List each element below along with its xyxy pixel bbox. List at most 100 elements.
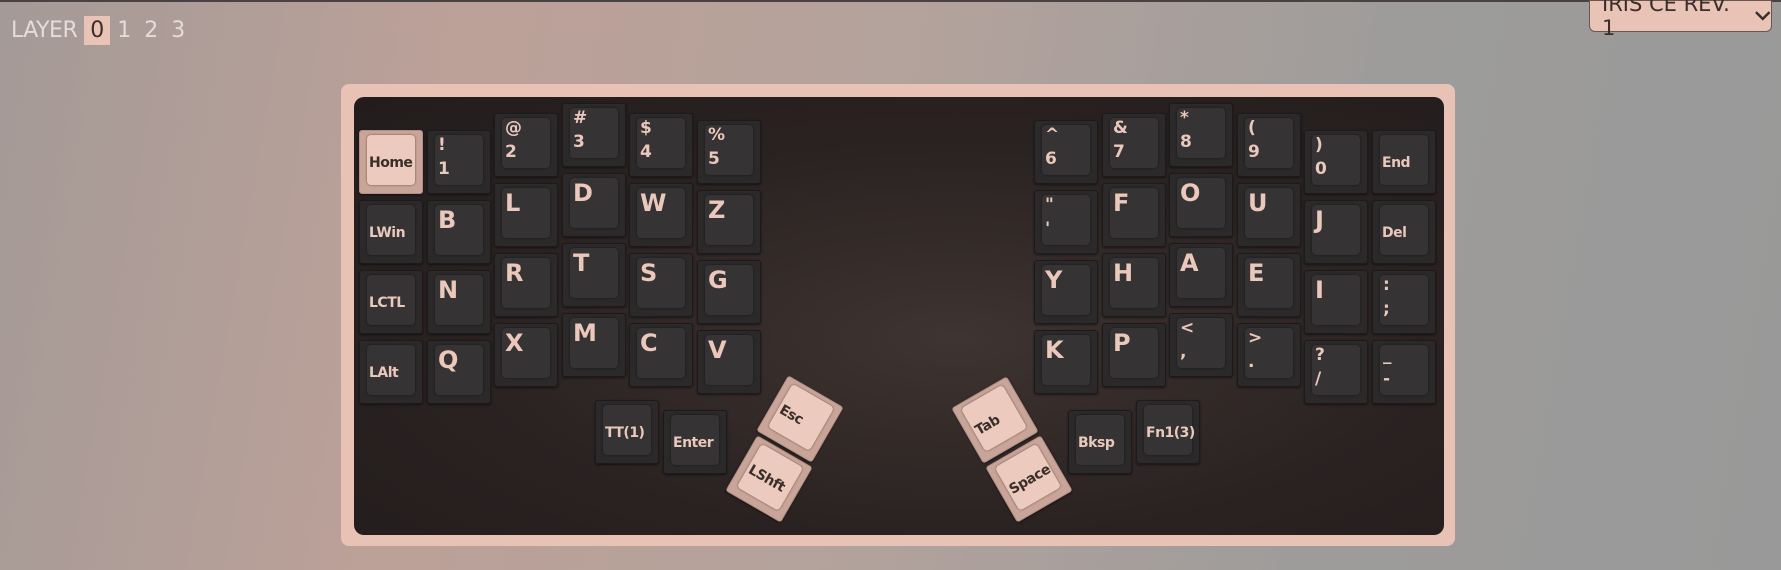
key-home[interactable]: Home (359, 130, 423, 194)
key-f[interactable]: F (1102, 183, 1166, 247)
key-6[interactable]: ^ 6 (1034, 120, 1098, 184)
key-symbol[interactable]: " ' (1034, 190, 1098, 254)
key-g[interactable]: G (697, 260, 761, 324)
layer-label: LAYER (11, 18, 78, 43)
key-y[interactable]: Y (1034, 260, 1098, 324)
key-symbol[interactable]: <, (1169, 313, 1233, 377)
key-legend: A (1180, 251, 1199, 275)
legend-secondary: 4 (640, 142, 652, 162)
key-end[interactable]: End (1372, 130, 1436, 194)
key-c[interactable]: C (629, 323, 693, 387)
key-b[interactable]: B (427, 200, 491, 264)
layer-tab-3[interactable]: 3 (165, 16, 191, 45)
key-legend: V (708, 338, 727, 362)
legend-primary: B (438, 206, 457, 234)
legend-primary: LAlt (369, 365, 399, 381)
key-symbol[interactable]: :; (1372, 270, 1436, 334)
key-symbol[interactable]: ? / (1304, 340, 1368, 404)
layer-tab-0[interactable]: 0 (84, 16, 111, 45)
key-legend: <, (1180, 316, 1194, 364)
key-a[interactable]: A (1169, 243, 1233, 307)
key-legend: I (1315, 278, 1324, 302)
legend-secondary: , (1180, 342, 1187, 362)
key-legend: % 5 (708, 123, 725, 171)
layer-selector: LAYER 0 1 2 3 (11, 16, 192, 45)
key-h[interactable]: H (1102, 253, 1166, 317)
key-legend: B (438, 208, 456, 232)
key-p[interactable]: P (1102, 323, 1166, 387)
legend-secondary: 5 (708, 149, 720, 169)
key-o[interactable]: O (1169, 173, 1233, 237)
legend-primary: N (438, 276, 459, 304)
key-e[interactable]: E (1237, 253, 1301, 317)
key-v[interactable]: V (697, 330, 761, 394)
key-legend: (9 (1248, 116, 1260, 164)
legend-primary: End (1382, 155, 1411, 171)
key-symbol[interactable]: >. (1237, 323, 1301, 387)
key-legend: LWin (369, 226, 406, 240)
key-8[interactable]: * 8 (1169, 103, 1233, 167)
key-lalt[interactable]: LAlt (359, 340, 423, 404)
key-lctl[interactable]: LCTL (359, 270, 423, 334)
key-u[interactable]: U (1237, 183, 1301, 247)
key-legend: $4 (640, 116, 652, 164)
key-d[interactable]: D (562, 173, 626, 237)
key-2[interactable]: @2 (494, 113, 558, 177)
key-fn1-3[interactable]: Fn1(3) (1136, 400, 1200, 464)
layer-tab-1[interactable]: 1 (111, 16, 137, 45)
keyboard-select[interactable]: IRIS CE REV. 1 (1589, 0, 1772, 40)
key-i[interactable]: I (1304, 270, 1368, 334)
key-legend: & 7 (1113, 116, 1128, 164)
key-0[interactable]: ) 0 (1304, 130, 1368, 194)
legend-primary: TT(1) (605, 425, 645, 441)
keyboard-case: Home LWin LCTL LAlt ! 1 B N Q @2 L R X #3 D T M $4 W S C % 5 Z G… (341, 84, 1455, 546)
key-s[interactable]: S (629, 253, 693, 317)
key-t[interactable]: T (562, 243, 626, 307)
key-legend: ^ 6 (1045, 123, 1059, 171)
legend-secondary: 8 (1180, 132, 1192, 152)
key-w[interactable]: W (629, 183, 693, 247)
key-x[interactable]: X (494, 323, 558, 387)
key-n[interactable]: N (427, 270, 491, 334)
key-l[interactable]: L (494, 183, 558, 247)
legend-primary: X (505, 329, 524, 357)
key-3[interactable]: #3 (562, 103, 626, 167)
key-k[interactable]: K (1034, 330, 1098, 394)
key-bksp[interactable]: Bksp (1068, 410, 1132, 474)
key-4[interactable]: $4 (629, 113, 693, 177)
legend-primary: > (1248, 328, 1263, 348)
key-9[interactable]: (9 (1237, 113, 1301, 177)
legend-primary: LCTL (369, 295, 405, 311)
keyboard-select-value: IRIS CE REV. 1 (1602, 0, 1730, 40)
key-5[interactable]: % 5 (697, 120, 761, 184)
key-7[interactable]: & 7 (1102, 113, 1166, 177)
key-legend: Del (1382, 226, 1407, 240)
layer-tab-2[interactable]: 2 (138, 16, 164, 45)
key-legend: Q (438, 348, 458, 372)
legend-primary: P (1113, 329, 1131, 357)
key-del[interactable]: Del (1372, 200, 1436, 264)
key-symbol[interactable]: _ - (1372, 340, 1436, 404)
key-legend: D (573, 181, 593, 205)
key-legend: Fn1(3) (1146, 426, 1195, 440)
legend-primary: ( (1248, 118, 1256, 138)
key-tt-1[interactable]: TT(1) (595, 400, 659, 464)
legend-primary: V (708, 336, 727, 364)
key-r[interactable]: R (494, 253, 558, 317)
keyboard-plate: Home LWin LCTL LAlt ! 1 B N Q @2 L R X #3 D T M $4 W S C % 5 Z G… (354, 97, 1444, 535)
legend-primary: I (1315, 276, 1324, 304)
key-legend: N (438, 278, 458, 302)
key-j[interactable]: J (1304, 200, 1368, 264)
key-legend: O (1180, 181, 1200, 205)
legend-primary: M (573, 319, 597, 347)
key-legend: ! 1 (438, 133, 450, 181)
key-z[interactable]: Z (697, 190, 761, 254)
key-enter[interactable]: Enter (663, 410, 727, 474)
key-q[interactable]: Q (427, 340, 491, 404)
legend-primary: Fn1(3) (1146, 425, 1195, 441)
key-1[interactable]: ! 1 (427, 130, 491, 194)
legend-secondary: 0 (1315, 159, 1327, 179)
key-lwin[interactable]: LWin (359, 200, 423, 264)
legend-primary: U (1248, 189, 1268, 217)
key-m[interactable]: M (562, 313, 626, 377)
